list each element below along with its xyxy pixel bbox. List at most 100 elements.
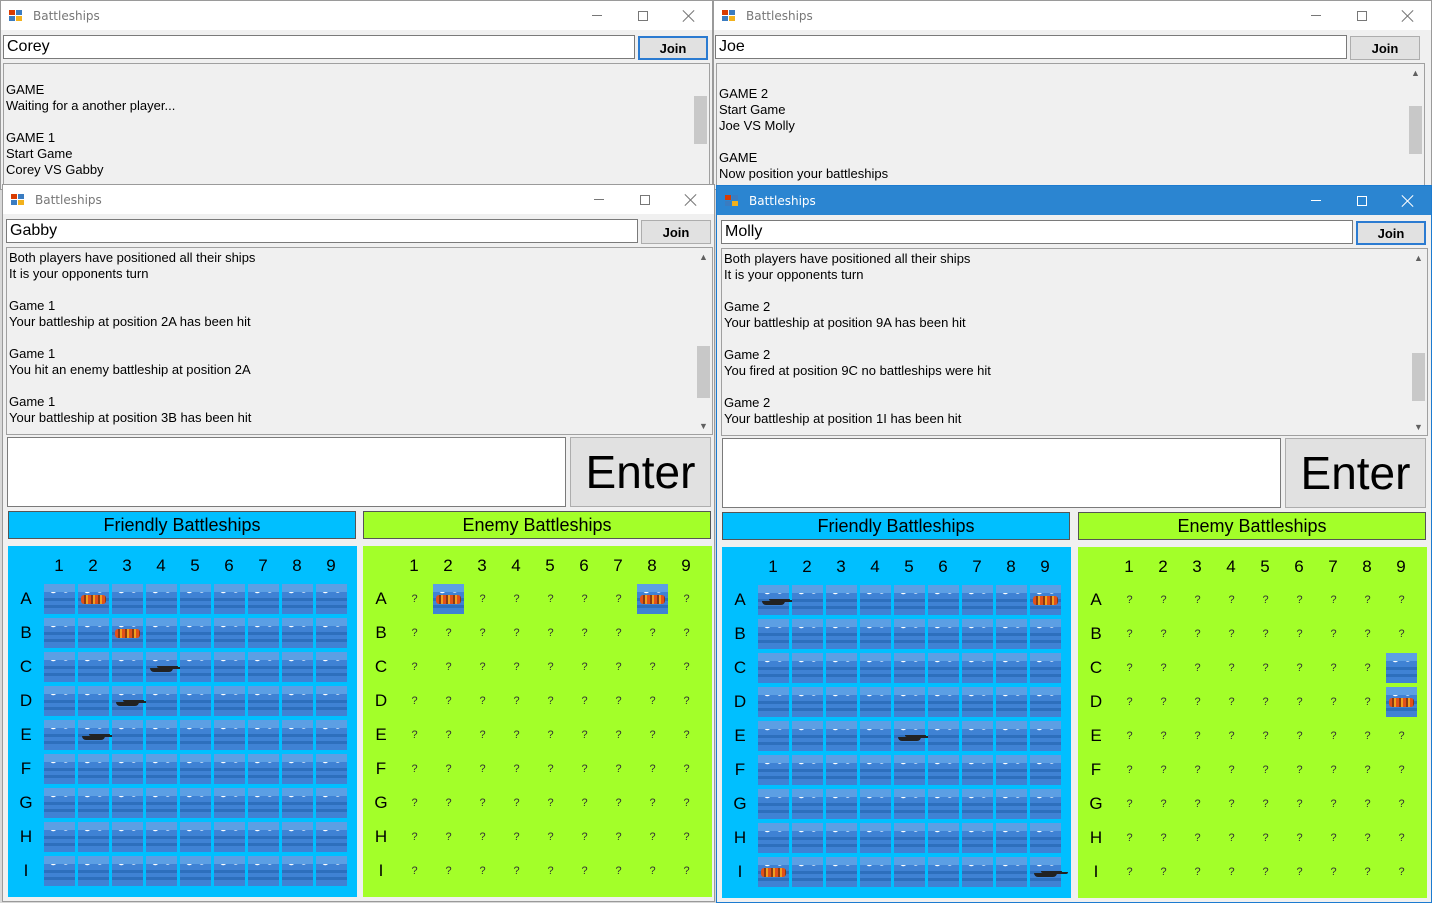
hit-cell[interactable] bbox=[433, 584, 464, 614]
scroll-up-icon[interactable]: ▲ bbox=[1407, 64, 1424, 81]
unknown-cell[interactable]: ? bbox=[433, 822, 464, 852]
unknown-cell[interactable]: ? bbox=[603, 720, 634, 750]
water-cell[interactable] bbox=[146, 856, 177, 886]
unknown-cell[interactable]: ? bbox=[535, 720, 566, 750]
player-name-input[interactable]: Molly bbox=[721, 220, 1353, 244]
unknown-cell[interactable]: ? bbox=[399, 652, 430, 682]
unknown-cell[interactable]: ? bbox=[399, 720, 430, 750]
water-cell[interactable] bbox=[248, 652, 279, 682]
water-cell[interactable] bbox=[962, 619, 993, 649]
water-cell[interactable] bbox=[44, 822, 75, 852]
water-cell[interactable] bbox=[44, 720, 75, 750]
unknown-cell[interactable]: ? bbox=[433, 652, 464, 682]
close-button[interactable] bbox=[1385, 186, 1431, 215]
unknown-cell[interactable]: ? bbox=[671, 720, 702, 750]
unknown-cell[interactable]: ? bbox=[433, 856, 464, 886]
unknown-cell[interactable]: ? bbox=[1250, 619, 1281, 649]
water-cell[interactable] bbox=[792, 687, 823, 717]
unknown-cell[interactable]: ? bbox=[569, 754, 600, 784]
unknown-cell[interactable]: ? bbox=[1114, 755, 1145, 785]
water-cell[interactable] bbox=[860, 687, 891, 717]
water-cell[interactable] bbox=[928, 789, 959, 819]
unknown-cell[interactable]: ? bbox=[399, 822, 430, 852]
unknown-cell[interactable]: ? bbox=[467, 754, 498, 784]
water-cell[interactable] bbox=[962, 857, 993, 887]
water-cell[interactable] bbox=[996, 585, 1027, 615]
unknown-cell[interactable]: ? bbox=[637, 652, 668, 682]
unknown-cell[interactable]: ? bbox=[1318, 755, 1349, 785]
water-cell[interactable] bbox=[282, 652, 313, 682]
unknown-cell[interactable]: ? bbox=[501, 584, 532, 614]
water-cell[interactable] bbox=[112, 584, 143, 614]
water-cell[interactable] bbox=[316, 652, 347, 682]
unknown-cell[interactable]: ? bbox=[671, 584, 702, 614]
unknown-cell[interactable]: ? bbox=[1318, 585, 1349, 615]
unknown-cell[interactable]: ? bbox=[637, 754, 668, 784]
water-cell[interactable] bbox=[282, 754, 313, 784]
unknown-cell[interactable]: ? bbox=[1284, 721, 1315, 751]
water-cell[interactable] bbox=[248, 686, 279, 716]
unknown-cell[interactable]: ? bbox=[1250, 585, 1281, 615]
enter-button[interactable]: Enter bbox=[1285, 438, 1426, 508]
water-cell[interactable] bbox=[996, 755, 1027, 785]
join-button[interactable]: Join bbox=[638, 36, 708, 60]
unknown-cell[interactable]: ? bbox=[535, 584, 566, 614]
unknown-cell[interactable]: ? bbox=[569, 652, 600, 682]
water-cell[interactable] bbox=[214, 856, 245, 886]
water-cell[interactable] bbox=[214, 720, 245, 750]
water-cell[interactable] bbox=[214, 652, 245, 682]
water-cell[interactable] bbox=[758, 619, 789, 649]
water-cell[interactable] bbox=[962, 721, 993, 751]
water-cell[interactable] bbox=[214, 618, 245, 648]
unknown-cell[interactable]: ? bbox=[1148, 585, 1179, 615]
water-cell[interactable] bbox=[860, 653, 891, 683]
water-cell[interactable] bbox=[860, 755, 891, 785]
join-button[interactable]: Join bbox=[1350, 36, 1420, 60]
unknown-cell[interactable]: ? bbox=[1386, 585, 1417, 615]
water-cell[interactable] bbox=[860, 857, 891, 887]
ship-cell[interactable] bbox=[146, 652, 177, 682]
unknown-cell[interactable]: ? bbox=[1182, 823, 1213, 853]
water-cell[interactable] bbox=[248, 822, 279, 852]
water-cell[interactable] bbox=[894, 687, 925, 717]
water-cell[interactable] bbox=[44, 618, 75, 648]
unknown-cell[interactable]: ? bbox=[603, 788, 634, 818]
unknown-cell[interactable]: ? bbox=[1250, 823, 1281, 853]
unknown-cell[interactable]: ? bbox=[467, 618, 498, 648]
water-cell[interactable] bbox=[112, 822, 143, 852]
water-cell[interactable] bbox=[1030, 789, 1061, 819]
water-cell[interactable] bbox=[78, 652, 109, 682]
water-cell[interactable] bbox=[894, 857, 925, 887]
ship-cell[interactable] bbox=[1030, 857, 1061, 887]
water-cell[interactable] bbox=[962, 687, 993, 717]
water-cell[interactable] bbox=[248, 788, 279, 818]
unknown-cell[interactable]: ? bbox=[1216, 585, 1247, 615]
water-cell[interactable] bbox=[282, 856, 313, 886]
water-cell[interactable] bbox=[1030, 755, 1061, 785]
unknown-cell[interactable]: ? bbox=[1284, 857, 1315, 887]
unknown-cell[interactable]: ? bbox=[1284, 823, 1315, 853]
unknown-cell[interactable]: ? bbox=[637, 856, 668, 886]
water-cell[interactable] bbox=[860, 585, 891, 615]
water-cell[interactable] bbox=[792, 857, 823, 887]
water-cell[interactable] bbox=[962, 823, 993, 853]
water-cell[interactable] bbox=[826, 687, 857, 717]
unknown-cell[interactable]: ? bbox=[1318, 653, 1349, 683]
unknown-cell[interactable]: ? bbox=[671, 822, 702, 852]
unknown-cell[interactable]: ? bbox=[1182, 687, 1213, 717]
water-cell[interactable] bbox=[316, 856, 347, 886]
unknown-cell[interactable]: ? bbox=[399, 788, 430, 818]
water-cell[interactable] bbox=[894, 755, 925, 785]
water-cell[interactable] bbox=[214, 584, 245, 614]
water-cell[interactable] bbox=[78, 822, 109, 852]
unknown-cell[interactable]: ? bbox=[1148, 687, 1179, 717]
water-cell[interactable] bbox=[996, 721, 1027, 751]
unknown-cell[interactable]: ? bbox=[467, 856, 498, 886]
water-cell[interactable] bbox=[248, 754, 279, 784]
titlebar[interactable]: Battleships bbox=[714, 1, 1431, 30]
water-cell[interactable] bbox=[928, 653, 959, 683]
unknown-cell[interactable]: ? bbox=[1352, 721, 1383, 751]
water-cell[interactable] bbox=[180, 754, 211, 784]
unknown-cell[interactable]: ? bbox=[467, 720, 498, 750]
water-cell[interactable] bbox=[112, 652, 143, 682]
